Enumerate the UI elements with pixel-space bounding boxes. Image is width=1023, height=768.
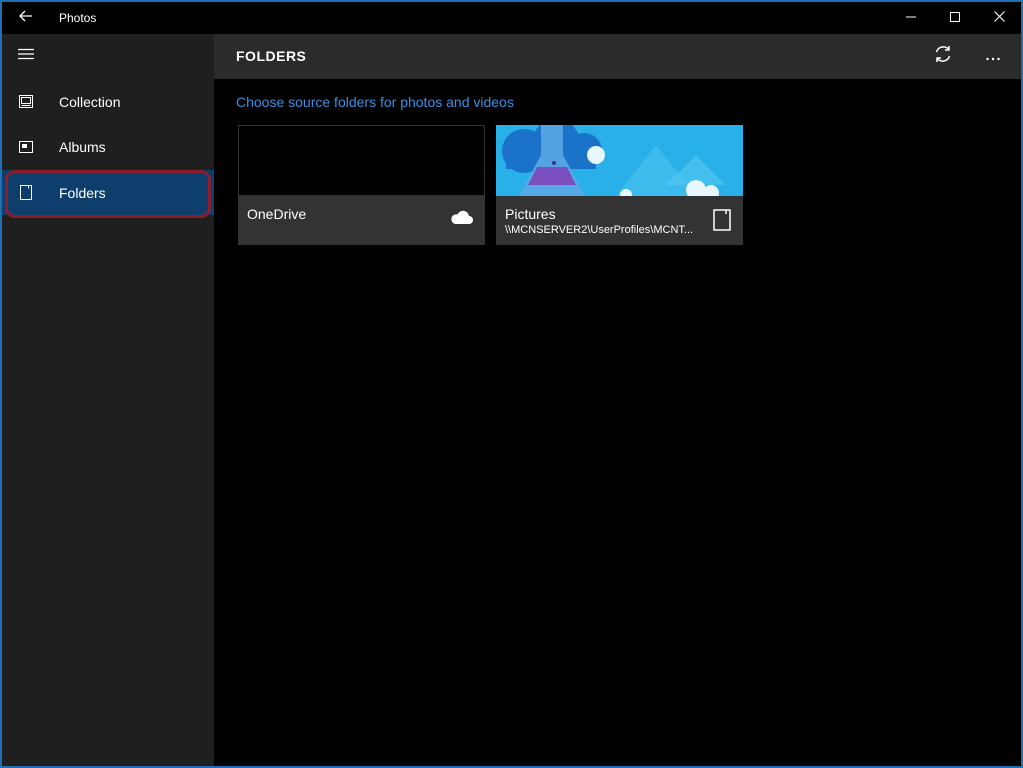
folder-thumbnail [238, 125, 485, 196]
maximize-icon [950, 9, 960, 27]
close-button[interactable] [977, 2, 1021, 34]
folder-path: \\MCNSERVER2\UserProfiles\MCNT... [505, 224, 694, 236]
page-title: FOLDERS [236, 48, 307, 64]
folder-name: OneDrive [247, 206, 307, 222]
device-icon [713, 209, 731, 236]
back-button[interactable] [2, 2, 50, 34]
albums-icon [2, 124, 50, 169]
app-title: Photos [59, 11, 97, 25]
sidebar: Collection Albums Folders [2, 34, 214, 766]
hamburger-icon [18, 47, 34, 65]
maximize-button[interactable] [933, 2, 977, 34]
window-controls [889, 2, 1021, 34]
sidebar-item-label: Collection [59, 93, 121, 110]
refresh-button[interactable] [921, 34, 965, 79]
page-header: FOLDERS [214, 34, 1021, 79]
folder-icon [2, 170, 50, 215]
sidebar-item-label: Albums [59, 138, 106, 155]
sidebar-item-folders[interactable]: Folders [2, 170, 214, 215]
folder-thumbnail [496, 125, 743, 201]
sidebar-item-collection[interactable]: Collection [2, 79, 214, 124]
hamburger-menu-button[interactable] [2, 34, 50, 78]
folder-tile-pictures[interactable]: Pictures \\MCNSERVER2\UserProfiles\MCNT.… [496, 125, 743, 245]
refresh-icon [933, 44, 953, 69]
more-options-button[interactable] [973, 34, 1013, 79]
folder-tile-onedrive[interactable]: OneDrive [238, 125, 485, 245]
back-arrow-icon [19, 9, 33, 27]
minimize-icon [906, 9, 916, 27]
close-icon [993, 9, 1005, 27]
photos-window: Photos Collection Albums Folders FOLDERS… [0, 0, 1023, 768]
cloud-icon [449, 209, 473, 230]
choose-source-folders-link[interactable]: Choose source folders for photos and vid… [236, 94, 514, 110]
folder-name: Pictures [505, 206, 556, 222]
ellipsis-icon [986, 48, 1000, 66]
collection-icon [2, 79, 50, 124]
title-bar: Photos [2, 2, 1021, 34]
main-content: FOLDERS Choose source folders for photos… [214, 34, 1021, 766]
minimize-button[interactable] [889, 2, 933, 34]
sidebar-item-albums[interactable]: Albums [2, 124, 214, 169]
sidebar-item-label: Folders [59, 184, 106, 201]
